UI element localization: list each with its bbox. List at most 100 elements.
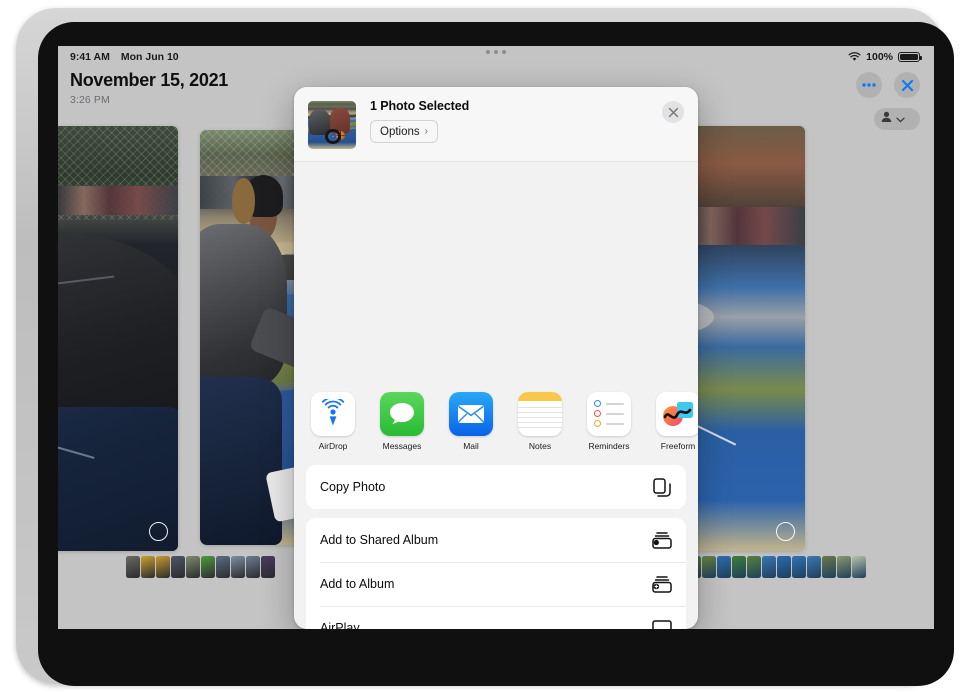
filmstrip-thumbnail[interactable] (186, 556, 200, 578)
battery-icon (898, 51, 922, 63)
action-airplay[interactable]: AirPlay (306, 606, 686, 629)
share-sheet-photo-preview (294, 162, 698, 377)
copy-icon (652, 477, 672, 497)
action-label: Add to Album (320, 577, 395, 591)
filmstrip-thumbnail[interactable] (852, 556, 866, 578)
notes-rule (518, 406, 562, 408)
share-sheet: 1 Photo Selected Options › AirDrop Messag… (294, 87, 698, 629)
close-x-icon (668, 107, 678, 117)
status-date: Mon Jun 10 (120, 51, 179, 63)
filmstrip-thumbnail[interactable] (156, 556, 170, 578)
share-sheet-app-row[interactable]: AirDrop Messages Mail Notes Reminders Freefor… (294, 377, 698, 465)
notes-rule (518, 426, 562, 428)
action-group: Add to Shared Album Add to Album AirPlay (306, 518, 686, 629)
share-app-notes[interactable]: Notes (513, 391, 567, 451)
share-app-mail[interactable]: Mail (444, 391, 498, 451)
filmstrip-thumbnail[interactable] (201, 556, 215, 578)
ipad-device-frame: 9:41 AM Mon Jun 10 100% November 15, 202… (16, 8, 954, 686)
filmstrip-thumbnail[interactable] (747, 556, 761, 578)
share-app-label: Freeform (660, 440, 696, 451)
filmstrip-thumbnail[interactable] (216, 556, 230, 578)
options-label: Options (380, 125, 420, 138)
more-options-button[interactable] (856, 72, 882, 98)
share-app-label: Notes (528, 440, 552, 451)
action-label: AirPlay (320, 621, 360, 629)
reminders-icon (587, 391, 631, 436)
share-app-airdrop[interactable]: AirDrop (306, 391, 360, 451)
filmstrip-thumbnail[interactable] (231, 556, 245, 578)
share-sheet-actions: Copy Photo Add to Shared Album Add to Albu… (294, 465, 698, 629)
filmstrip-thumbnail[interactable] (777, 556, 791, 578)
airdrop-icon (311, 391, 355, 436)
share-app-label: Reminders (588, 440, 630, 451)
share-app-freeform[interactable]: Freeform (651, 391, 698, 451)
player-torso (200, 224, 288, 385)
filmstrip-thumbnail[interactable] (171, 556, 185, 578)
device-screen: 9:41 AM Mon Jun 10 100% November 15, 202… (58, 46, 934, 629)
filmstrip-thumbnail[interactable] (732, 556, 746, 578)
parked-cars (58, 185, 178, 216)
status-bar: 9:41 AM Mon Jun 10 100% (58, 46, 934, 68)
filmstrip-thumbnail[interactable] (792, 556, 806, 578)
action-label: Add to Shared Album (320, 533, 439, 547)
notes-rule (518, 421, 562, 423)
filmstrip-thumbnail[interactable] (822, 556, 836, 578)
reminder-bullet (594, 400, 601, 407)
share-sheet-title-block: 1 Photo Selected Options › (370, 99, 469, 143)
share-sheet-close-button[interactable] (662, 101, 684, 123)
close-button[interactable] (894, 72, 920, 98)
reminder-line (606, 412, 624, 415)
options-button[interactable]: Options › (370, 120, 438, 143)
reminder-bullet (594, 420, 601, 427)
filmstrip-thumbnail[interactable] (141, 556, 155, 578)
notes-header-band (518, 391, 562, 401)
filmstrip-thumbnail[interactable] (261, 556, 275, 578)
messages-icon (380, 391, 424, 436)
reminder-bullet (594, 410, 601, 417)
notes-rule (518, 416, 562, 418)
notes-rule (518, 411, 562, 413)
player-legs (200, 376, 282, 545)
airplay-icon (652, 618, 672, 629)
filmstrip-thumbnail[interactable] (717, 556, 731, 578)
share-sheet-title: 1 Photo Selected (370, 99, 470, 113)
share-app-reminders[interactable]: Reminders (582, 391, 636, 451)
filmstrip-thumbnail[interactable] (126, 556, 140, 578)
action-group: Copy Photo (306, 465, 686, 509)
wifi-icon (848, 52, 861, 62)
photo-select-badge[interactable] (149, 522, 168, 541)
shared-album-icon (652, 530, 672, 550)
selected-photo-thumbnail (308, 101, 356, 149)
share-app-label: Mail (463, 440, 479, 451)
filmstrip-thumbnail[interactable] (837, 556, 851, 578)
previous-photo[interactable] (58, 126, 178, 551)
action-add-to-album[interactable]: Add to Album (306, 562, 686, 606)
notes-icon (518, 391, 562, 436)
reminder-line (606, 402, 624, 405)
filmstrip-thumbnail[interactable] (762, 556, 776, 578)
share-app-messages[interactable]: Messages (375, 391, 429, 451)
action-copy-photo[interactable]: Copy Photo (306, 465, 686, 509)
share-app-label: AirDrop (318, 440, 348, 451)
filmstrip-thumbnail[interactable] (702, 556, 716, 578)
mail-icon (449, 391, 493, 436)
status-bar-left: 9:41 AM Mon Jun 10 (70, 51, 179, 63)
freeform-icon (656, 391, 698, 436)
status-bar-right: 100% (848, 51, 922, 63)
player-torso (58, 232, 178, 437)
photo-select-badge[interactable] (776, 522, 795, 541)
filmstrip-thumbnail[interactable] (246, 556, 260, 578)
header-actions (856, 72, 920, 98)
photo-time: 3:26 PM (70, 94, 110, 106)
add-album-icon (652, 574, 672, 594)
photo-header: November 15, 2021 3:26 PM (70, 70, 228, 106)
chevron-right-icon: › (424, 126, 428, 137)
page-title: November 15, 2021 (70, 70, 228, 90)
action-label: Copy Photo (320, 480, 386, 494)
share-app-label: Messages (382, 440, 422, 451)
reminder-line (606, 422, 624, 425)
action-add-to-shared-album[interactable]: Add to Shared Album (306, 518, 686, 562)
status-time: 9:41 AM (70, 51, 110, 63)
filmstrip-thumbnail[interactable] (807, 556, 821, 578)
wheelchair-wheel (325, 128, 341, 145)
